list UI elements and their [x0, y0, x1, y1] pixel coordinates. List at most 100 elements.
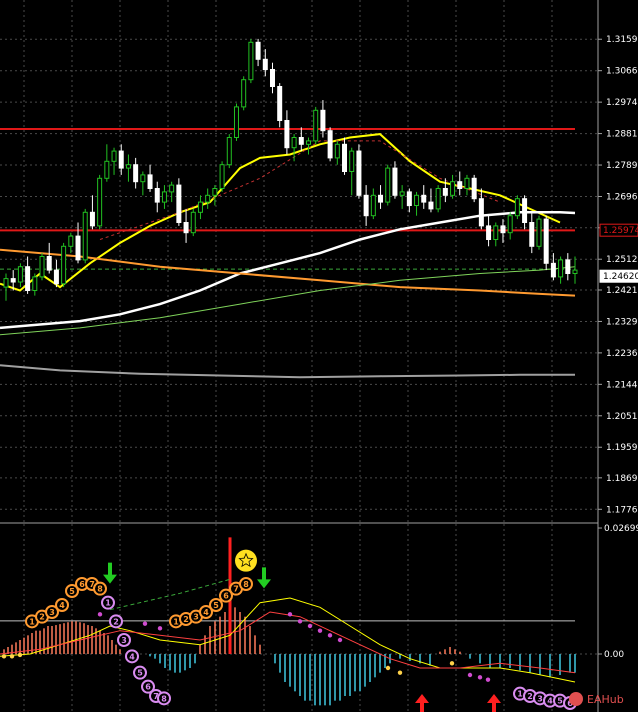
candle-body — [89, 211, 95, 227]
candle-body — [291, 137, 297, 149]
count-bubble-label: 5 — [137, 669, 143, 678]
count-bubble-label: 8 — [243, 580, 249, 589]
count-bubble-label: 1 — [517, 690, 523, 699]
candle-body — [262, 58, 268, 70]
watermark-text: EAHub — [587, 693, 624, 706]
osc-dot — [142, 621, 148, 626]
price-tick-label: 1.29740 — [606, 98, 638, 108]
price-tick-label: 1.28815 — [606, 130, 638, 140]
candle-body — [428, 201, 434, 210]
candle-body — [75, 235, 81, 261]
price-tick-label: 1.18690 — [606, 474, 638, 484]
watermark-logo-icon — [569, 692, 583, 706]
chart-background — [0, 0, 638, 712]
price-tick-label: 1.20515 — [606, 412, 638, 422]
candle-body — [169, 184, 175, 193]
price-tick-label: 1.17765 — [606, 505, 638, 515]
count-bubble-label: 1 — [105, 599, 111, 608]
count-bubble-label: 4 — [59, 601, 65, 610]
candle-body — [414, 194, 420, 207]
count-bubble-label: 4 — [547, 697, 553, 706]
price-tick-label: 1.19590 — [606, 443, 638, 453]
candle-body — [46, 256, 52, 271]
candle-body — [241, 79, 247, 108]
candle-body — [392, 167, 398, 196]
osc-dot — [1, 654, 7, 659]
osc-dot — [477, 675, 483, 680]
candle-body — [507, 215, 513, 234]
candle-body — [370, 194, 376, 217]
candle-body — [233, 106, 239, 139]
candle-body — [378, 194, 384, 203]
candle-body — [363, 194, 369, 217]
candle-body — [190, 211, 196, 234]
candle-body — [140, 174, 146, 183]
price-tick-label: 1.30665 — [606, 67, 638, 77]
candle-body — [39, 256, 45, 278]
candle-body — [435, 188, 441, 210]
osc-dot — [157, 626, 163, 631]
count-bubble-label: 6 — [79, 580, 85, 589]
candle-body — [32, 276, 38, 291]
candle-body — [529, 222, 535, 247]
osc-dot — [385, 665, 391, 671]
candle-body — [104, 160, 110, 179]
candle-body — [10, 278, 16, 283]
candle-body — [399, 191, 405, 196]
count-bubble-label: 3 — [193, 613, 199, 622]
price-tag-label: 1.25974 — [603, 226, 638, 236]
candle-body — [320, 109, 326, 132]
price-tag-label: 1.24620 — [603, 272, 638, 282]
price-tick-label: 1.23290 — [606, 317, 638, 327]
candle-body — [298, 137, 304, 145]
candle-body — [522, 198, 528, 223]
candle-body — [68, 235, 74, 247]
candle-body — [486, 225, 492, 240]
count-bubble-label: 3 — [537, 694, 543, 703]
osc-dot — [449, 661, 455, 666]
candle-body — [349, 150, 355, 173]
candle-body — [226, 137, 232, 166]
osc-tick-label: 0.00 — [604, 650, 624, 660]
osc-dot — [317, 628, 323, 633]
candle-body — [543, 218, 549, 264]
candle-body — [147, 174, 153, 189]
osc-dot — [307, 623, 313, 629]
candle-body — [133, 164, 139, 183]
candle-body — [558, 259, 564, 278]
candle-body — [500, 225, 506, 234]
candle-body — [176, 184, 182, 224]
candle-body — [385, 167, 391, 203]
candle-body — [306, 140, 312, 145]
osc-dot — [9, 654, 15, 659]
candle-body — [118, 150, 124, 169]
candle-body — [450, 181, 456, 196]
candle-body — [277, 86, 283, 121]
candle-body — [457, 181, 463, 189]
candle-body — [17, 266, 23, 283]
count-bubble-label: 4 — [203, 608, 209, 617]
osc-dot — [485, 677, 491, 682]
trading-chart: 1.31590 1.30665 1.29740 1.28815 1.27890 1.269… — [0, 0, 638, 712]
candle-body — [471, 177, 477, 200]
candle-body — [565, 259, 571, 274]
candle-body — [82, 211, 88, 261]
price-tick-label: 1.21440 — [606, 380, 638, 390]
candle-body — [464, 177, 470, 190]
count-bubble-label: 7 — [233, 585, 239, 594]
candle-body — [212, 188, 218, 196]
candle-body — [269, 69, 275, 87]
candle-body — [356, 150, 362, 196]
candle-body — [284, 120, 290, 149]
candle-body — [205, 194, 211, 203]
candle-body — [61, 245, 67, 285]
candle-body — [313, 109, 319, 142]
count-bubble-label: 1 — [173, 617, 179, 626]
osc-dot — [97, 612, 103, 617]
count-bubble-label: 3 — [49, 608, 55, 617]
osc-dot — [17, 652, 23, 658]
candle-body — [3, 278, 9, 288]
count-bubble-label: 6 — [145, 683, 151, 692]
count-bubble-label: 8 — [97, 585, 103, 594]
price-tick-label: 1.27890 — [606, 161, 638, 171]
